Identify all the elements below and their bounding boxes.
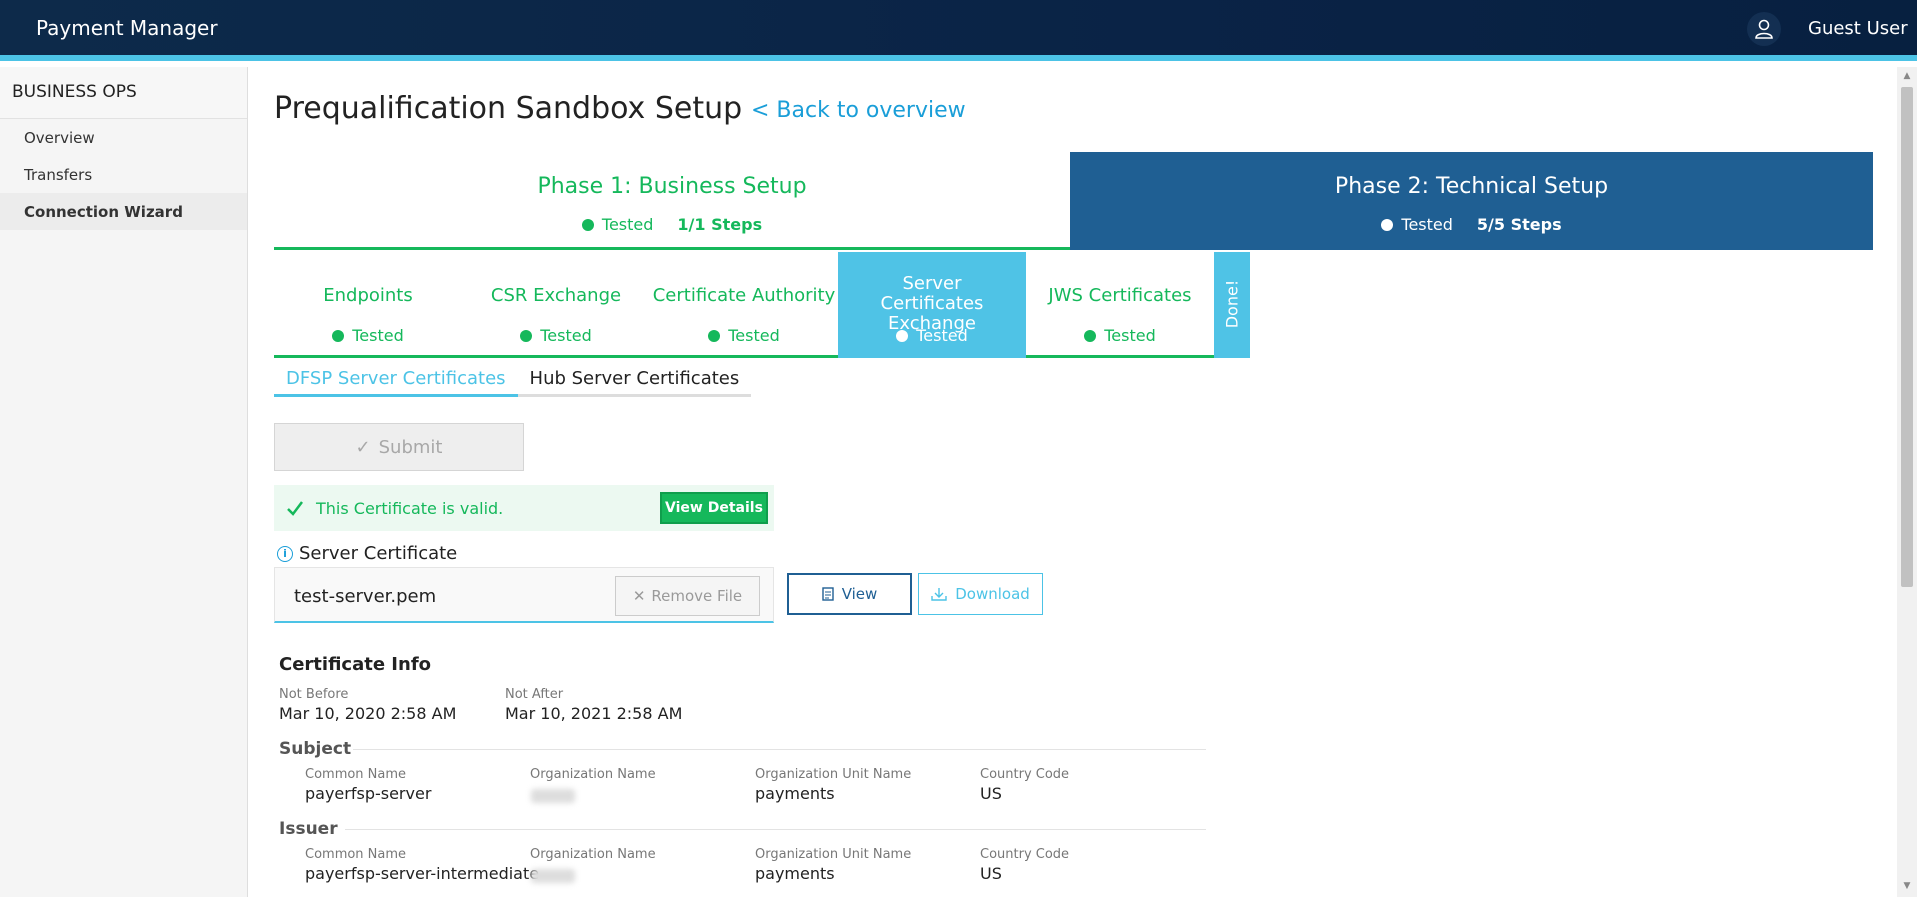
phase-title: Phase 2: Technical Setup: [1334, 174, 1609, 199]
remove-file-label: Remove File: [651, 587, 743, 605]
subject-common-name: payerfsp-server: [305, 784, 432, 803]
phase-title: Phase 1: Business Setup: [537, 174, 807, 199]
issuer-common-name-label: Common Name: [305, 847, 407, 862]
download-icon: [931, 588, 947, 601]
subject-common-name-label: Common Name: [305, 767, 407, 782]
subject-org-unit: payments: [755, 784, 835, 803]
subject-org-unit-label: Organization Unit Name: [755, 767, 912, 782]
certificate-info-title: Certificate Info: [279, 654, 432, 675]
phase-steps: 1/1 Steps: [677, 215, 763, 234]
issuer-divider: [345, 829, 1206, 830]
not-before-value: Mar 10, 2020 2:58 AM: [279, 704, 457, 723]
subject-country-label: Country Code: [980, 767, 1070, 782]
view-details-button[interactable]: View Details: [660, 492, 768, 524]
status-dot-icon: [1381, 218, 1394, 231]
steps-row: Endpoints Tested CSR Exchange Tested Cer…: [274, 252, 1250, 358]
tab-hub-server-certificates[interactable]: Hub Server Certificates: [517, 361, 752, 397]
download-label: Download: [955, 585, 1030, 603]
issuer-org-name-label: Organization Name: [530, 847, 656, 862]
step-status: Tested: [540, 326, 592, 345]
status-dot-icon: [708, 329, 721, 342]
step-done-label: Done!: [1222, 279, 1242, 328]
step-done[interactable]: Done!: [1214, 252, 1250, 358]
validation-text: This Certificate is valid.: [316, 498, 504, 518]
validation-message: This Certificate is valid. View Details: [274, 485, 774, 531]
main-content: Prequalification Sandbox Setup < Back to…: [249, 67, 1895, 897]
issuer-common-name: payerfsp-server-intermediate: [305, 864, 540, 883]
phase-status: Tested: [1401, 215, 1453, 234]
step-status: Tested: [916, 326, 968, 345]
subtabs: DFSP Server Certificates Hub Server Cert…: [274, 361, 752, 397]
file-name: test-server.pem: [294, 586, 437, 607]
view-button[interactable]: View: [787, 573, 912, 615]
info-icon[interactable]: i: [277, 545, 293, 562]
step-csr-exchange[interactable]: CSR Exchange Tested: [462, 252, 650, 358]
step-server-certificates-exchange[interactable]: Server Certificates Exchange Tested: [838, 252, 1026, 358]
document-icon: [821, 587, 834, 601]
issuer-country-label: Country Code: [980, 847, 1070, 862]
status-dot-icon: [896, 329, 909, 342]
subject-country: US: [980, 784, 1002, 803]
status-dot-icon: [581, 218, 594, 231]
remove-file-button[interactable]: ✕ Remove File: [615, 576, 760, 616]
scroll-up-icon[interactable]: ▲: [1901, 71, 1913, 83]
download-button[interactable]: Download: [918, 573, 1043, 615]
issuer-org-unit: payments: [755, 864, 835, 883]
not-after-label: Not After: [505, 687, 564, 702]
step-status: Tested: [352, 326, 404, 345]
phase-2-tab[interactable]: Phase 2: Technical Setup Tested 5/5 Step…: [1070, 152, 1873, 250]
issuer-title: Issuer: [279, 819, 338, 839]
top-bar: Payment Manager Guest User: [0, 0, 1917, 61]
phase-status: Tested: [601, 215, 654, 234]
submit-label: Submit: [378, 436, 443, 458]
step-endpoints[interactable]: Endpoints Tested: [274, 252, 462, 358]
back-to-overview-link[interactable]: < Back to overview: [751, 98, 966, 123]
issuer-country: US: [980, 864, 1002, 883]
submit-button[interactable]: ✓ Submit: [274, 423, 524, 471]
step-title: CSR Exchange: [490, 285, 622, 306]
not-after-value: Mar 10, 2021 2:58 AM: [505, 704, 683, 723]
phase-1-tab[interactable]: Phase 1: Business Setup Tested 1/1 Steps: [274, 152, 1070, 250]
sidebar-section-title: BUSINESS OPS: [0, 67, 247, 119]
step-title: Endpoints: [323, 285, 413, 306]
step-title: Certificate Authority: [652, 285, 836, 306]
step-status: Tested: [728, 326, 780, 345]
step-status: Tested: [1104, 326, 1156, 345]
tab-dfsp-server-certificates[interactable]: DFSP Server Certificates: [274, 361, 518, 397]
sidebar: BUSINESS OPS Overview Transfers Connecti…: [0, 67, 248, 897]
close-icon: ✕: [632, 587, 646, 605]
page-title: Prequalification Sandbox Setup: [274, 91, 743, 126]
checkmark-icon: [287, 501, 303, 516]
scrollbar-thumb[interactable]: [1901, 87, 1913, 587]
not-before-label: Not Before: [279, 687, 349, 702]
server-certificate-label-text: Server Certificate: [299, 543, 458, 564]
scroll-down-icon[interactable]: ▼: [1901, 881, 1913, 893]
status-dot-icon: [1084, 329, 1097, 342]
issuer-org-unit-label: Organization Unit Name: [755, 847, 912, 862]
subject-org-name-label: Organization Name: [530, 767, 656, 782]
issuer-org-name-redacted: [531, 869, 575, 883]
user-icon[interactable]: [1747, 12, 1781, 46]
app-title: Payment Manager: [36, 16, 218, 40]
checkmark-icon: ✓: [355, 436, 371, 458]
step-certificate-authority[interactable]: Certificate Authority Tested: [650, 252, 838, 358]
view-label: View: [841, 585, 878, 603]
server-certificate-label: i Server Certificate: [277, 543, 457, 564]
file-upload-field[interactable]: test-server.pem ✕ Remove File: [274, 567, 774, 623]
subject-title: Subject: [279, 739, 352, 759]
subject-org-name-redacted: [531, 789, 575, 803]
status-dot-icon: [520, 329, 533, 342]
step-jws-certificates[interactable]: JWS Certificates Tested: [1026, 252, 1214, 358]
sidebar-item-transfers[interactable]: Transfers: [0, 156, 247, 193]
status-dot-icon: [332, 329, 345, 342]
sidebar-item-overview[interactable]: Overview: [0, 119, 247, 156]
subject-divider: [353, 749, 1206, 750]
step-title: JWS Certificates: [1048, 285, 1192, 306]
sidebar-item-connection-wizard[interactable]: Connection Wizard: [0, 193, 247, 230]
vertical-scrollbar[interactable]: ▲ ▼: [1897, 67, 1917, 897]
phase-steps: 5/5 Steps: [1476, 215, 1562, 234]
user-name[interactable]: Guest User: [1808, 18, 1908, 39]
step-title: Server Certificates Exchange: [880, 273, 984, 334]
